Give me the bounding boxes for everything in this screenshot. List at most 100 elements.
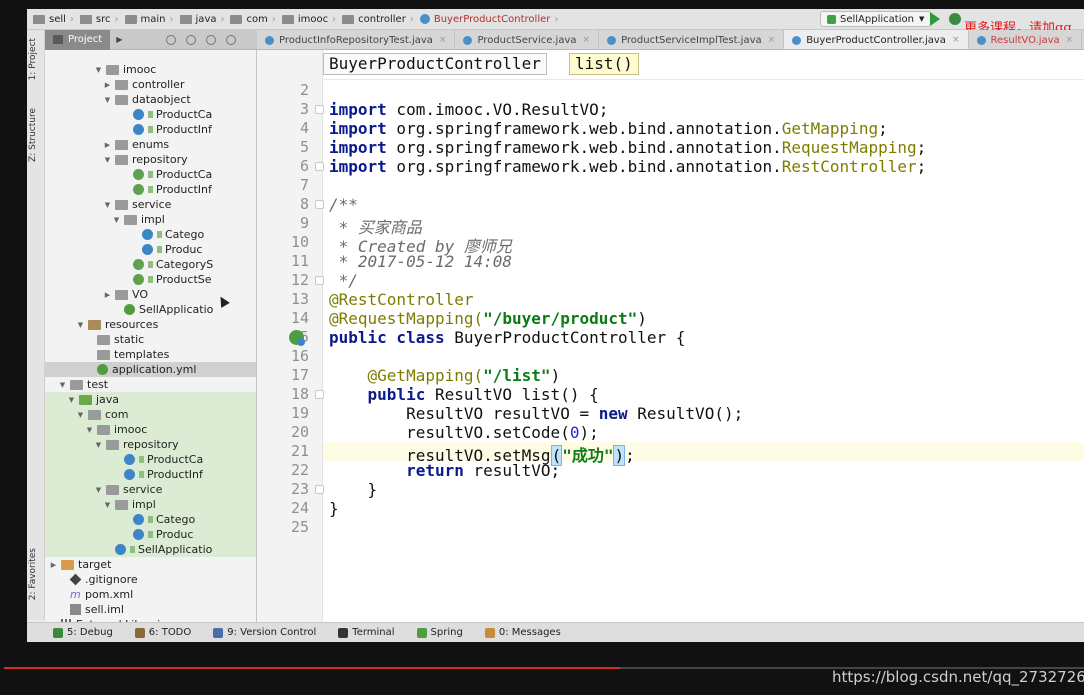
- collapsed-arrow-icon[interactable]: ▶: [103, 291, 112, 299]
- tree-item[interactable]: ▼ service: [45, 482, 256, 497]
- tree-item[interactable]: sell.iml: [45, 602, 256, 617]
- collapsed-arrow-icon[interactable]: ▶: [103, 141, 112, 149]
- tree-item[interactable]: ▼ java: [45, 392, 256, 407]
- expanded-arrow-icon[interactable]: ▼: [103, 201, 112, 209]
- close-icon[interactable]: ×: [439, 35, 447, 45]
- tree-item[interactable]: ProductSe: [45, 272, 256, 287]
- fold-marker-icon[interactable]: [315, 162, 324, 171]
- tree-item[interactable]: Produc: [45, 527, 256, 542]
- bottom-tool-button[interactable]: 9: Version Control: [213, 627, 316, 638]
- tree-item[interactable]: ProductCa: [45, 167, 256, 182]
- breadcrumb-item[interactable]: com ›: [230, 14, 279, 25]
- tree-item[interactable]: Catego: [45, 227, 256, 242]
- project-tool-label[interactable]: 1: Project: [28, 38, 38, 80]
- code-line[interactable]: import org.springframework.web.bind.anno…: [329, 138, 926, 157]
- tree-item[interactable]: ▼ service: [45, 197, 256, 212]
- breadcrumb-item[interactable]: sell ›: [33, 14, 78, 25]
- tree-item[interactable]: Catego: [45, 512, 256, 527]
- breadcrumb-item[interactable]: BuyerProductController ›: [419, 14, 563, 25]
- fold-marker-icon[interactable]: [315, 485, 324, 494]
- code-line[interactable]: import org.springframework.web.bind.anno…: [329, 119, 888, 138]
- favorites-tool-label[interactable]: 2: Favorites: [28, 548, 38, 600]
- bottom-tool-button[interactable]: 5: Debug: [53, 627, 113, 638]
- close-icon[interactable]: ×: [952, 35, 960, 45]
- expanded-arrow-icon[interactable]: ▼: [103, 96, 112, 104]
- tree-item[interactable]: ProductInf: [45, 467, 256, 482]
- fold-marker-icon[interactable]: [315, 390, 324, 399]
- collapsed-arrow-icon[interactable]: ▶: [49, 561, 58, 569]
- bottom-tool-button[interactable]: 0: Messages: [484, 627, 561, 638]
- expanded-arrow-icon[interactable]: ▼: [112, 216, 121, 224]
- chevron-right-icon[interactable]: ▶: [116, 35, 122, 44]
- close-icon[interactable]: ×: [583, 35, 591, 45]
- bottom-tool-button[interactable]: Terminal: [338, 627, 395, 638]
- close-icon[interactable]: ×: [1066, 35, 1074, 45]
- breadcrumb-item[interactable]: main ›: [124, 14, 178, 25]
- tree-item[interactable]: ▼ dataobject: [45, 92, 256, 107]
- tree-item[interactable]: Produc: [45, 242, 256, 257]
- collapse-all-icon[interactable]: [166, 34, 177, 45]
- editor-tab[interactable]: ResultVO.java ×: [969, 30, 1083, 49]
- tree-item[interactable]: ▼ repository: [45, 437, 256, 452]
- editor-breadcrumb-method[interactable]: list(): [569, 53, 639, 75]
- run-config-selector[interactable]: SellApplication ▼: [820, 11, 932, 27]
- tree-item[interactable]: m pom.xml: [45, 587, 256, 602]
- code-line[interactable]: import org.springframework.web.bind.anno…: [329, 157, 926, 176]
- breadcrumb-item[interactable]: java ›: [179, 14, 229, 25]
- code-line[interactable]: */: [329, 271, 358, 290]
- tree-item[interactable]: application.yml: [45, 362, 256, 377]
- editor-tab[interactable]: ProductServiceImplTest.java ×: [599, 30, 785, 49]
- collapsed-arrow-icon[interactable]: ▶: [103, 81, 112, 89]
- expanded-arrow-icon[interactable]: ▼: [103, 156, 112, 164]
- expanded-arrow-icon[interactable]: ▼: [94, 66, 103, 74]
- tree-item[interactable]: ▼ resources: [45, 317, 256, 332]
- tree-item[interactable]: ProductInf: [45, 122, 256, 137]
- close-icon[interactable]: ×: [768, 35, 776, 45]
- breadcrumb-item[interactable]: src ›: [79, 14, 123, 25]
- code-line[interactable]: public ResultVO list() {: [329, 385, 599, 404]
- code-line[interactable]: @RestController: [329, 290, 474, 309]
- tree-item[interactable]: ▼ imooc: [45, 62, 256, 77]
- tree-item[interactable]: ProductInf: [45, 182, 256, 197]
- tree-item[interactable]: static: [45, 332, 256, 347]
- breadcrumb-item[interactable]: controller ›: [342, 14, 418, 25]
- tree-item[interactable]: ▼ com: [45, 407, 256, 422]
- gear-icon[interactable]: [206, 34, 217, 45]
- code-line[interactable]: import com.imooc.VO.ResultVO;: [329, 100, 608, 119]
- spring-bean-gutter-icon[interactable]: [289, 330, 305, 346]
- debug-icon[interactable]: [949, 13, 961, 25]
- editor-tab[interactable]: ProductService.java ×: [455, 30, 600, 49]
- tree-item[interactable]: ▼ test: [45, 377, 256, 392]
- code-line[interactable]: }: [329, 480, 378, 499]
- tree-item[interactable]: ProductCa: [45, 107, 256, 122]
- tree-item[interactable]: ▶ target: [45, 557, 256, 572]
- scroll-from-source-icon[interactable]: [186, 34, 197, 45]
- code-line[interactable]: public class BuyerProductController {: [329, 328, 685, 347]
- tree-item[interactable]: ▼ impl: [45, 497, 256, 512]
- structure-tool-label[interactable]: Z: Structure: [28, 108, 38, 162]
- bottom-tool-button[interactable]: Spring: [416, 627, 463, 638]
- tree-item[interactable]: CategoryS: [45, 257, 256, 272]
- expanded-arrow-icon[interactable]: ▼: [76, 321, 85, 329]
- tree-item[interactable]: SellApplicatio: [45, 542, 256, 557]
- expanded-arrow-icon[interactable]: ▼: [94, 441, 103, 449]
- expanded-arrow-icon[interactable]: ▼: [58, 381, 67, 389]
- bottom-tool-button[interactable]: 6: TODO: [134, 627, 191, 638]
- code-line[interactable]: /**: [329, 195, 358, 214]
- expanded-arrow-icon[interactable]: ▼: [103, 501, 112, 509]
- code-line[interactable]: * 2017-05-12 14:08: [329, 252, 512, 271]
- code-line[interactable]: @RequestMapping("/buyer/product"): [329, 309, 647, 328]
- expanded-arrow-icon[interactable]: ▼: [76, 411, 85, 419]
- tree-item[interactable]: templates: [45, 347, 256, 362]
- tree-item[interactable]: ProductCa: [45, 452, 256, 467]
- code-line[interactable]: resultVO.setCode(0);: [329, 423, 599, 442]
- breadcrumb-item[interactable]: imooc ›: [281, 14, 340, 25]
- hide-icon[interactable]: [226, 34, 237, 45]
- code-line[interactable]: return resultVO;: [329, 461, 560, 480]
- project-tab[interactable]: Project: [45, 29, 111, 50]
- code-editor[interactable]: 2345678910111213141516171819202122232425…: [257, 50, 1084, 622]
- run-icon[interactable]: [930, 12, 940, 26]
- expanded-arrow-icon[interactable]: ▼: [85, 426, 94, 434]
- code-line[interactable]: ResultVO resultVO = new ResultVO();: [329, 404, 743, 423]
- fold-marker-icon[interactable]: [315, 200, 324, 209]
